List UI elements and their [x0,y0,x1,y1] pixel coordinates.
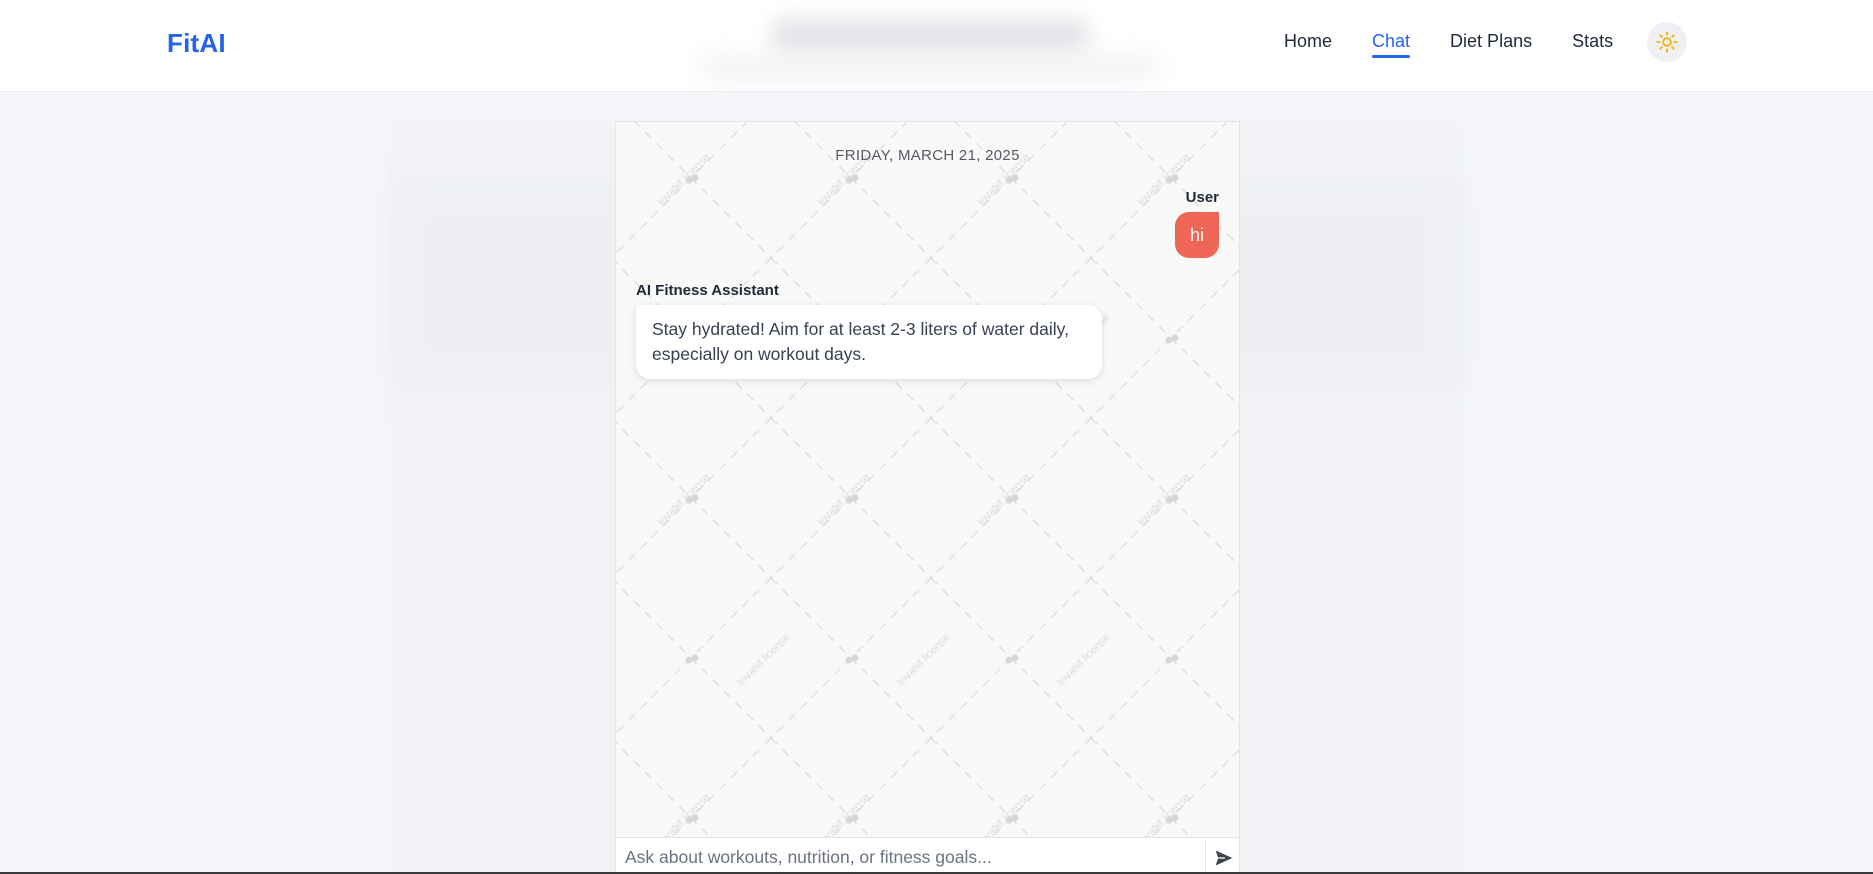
chat-date: FRIDAY, MARCH 21, 2025 [835,147,1020,164]
app-logo[interactable]: FitAI [167,28,226,59]
assistant-sender-label: AI Fitness Assistant [636,282,779,299]
send-button[interactable] [1205,838,1239,874]
top-navbar: FitAI Home Chat Diet Plans Stats [0,0,1873,92]
chat-window: Invalid license Invalid license Invalid li… [615,121,1240,874]
assistant-message-text: Stay hydrated! Aim for at least 2-3 lite… [652,319,1069,364]
user-sender-label: User [1185,189,1219,206]
chat-input-bar [616,837,1239,874]
nav-item-chat[interactable]: Chat [1372,31,1411,58]
nav-item-stats[interactable]: Stats [1572,31,1613,58]
blurred-header-overlay-secondary [700,56,1160,78]
nav-item-diet-plans[interactable]: Diet Plans [1450,31,1532,58]
assistant-message-bubble: Stay hydrated! Aim for at least 2-3 lite… [636,305,1102,379]
user-message-bubble: hi [1174,212,1219,258]
blurred-header-overlay [770,18,1090,52]
theme-toggle-button[interactable] [1647,22,1687,62]
send-icon [1215,850,1232,865]
chat-input[interactable] [616,838,1205,874]
user-message-text: hi [1189,224,1204,245]
main-nav: Home Chat Diet Plans Stats [1284,31,1653,58]
nav-item-home[interactable]: Home [1284,31,1332,58]
watermark-pattern: Invalid license Invalid license Invalid li… [616,122,1239,874]
sun-icon [1656,31,1678,53]
